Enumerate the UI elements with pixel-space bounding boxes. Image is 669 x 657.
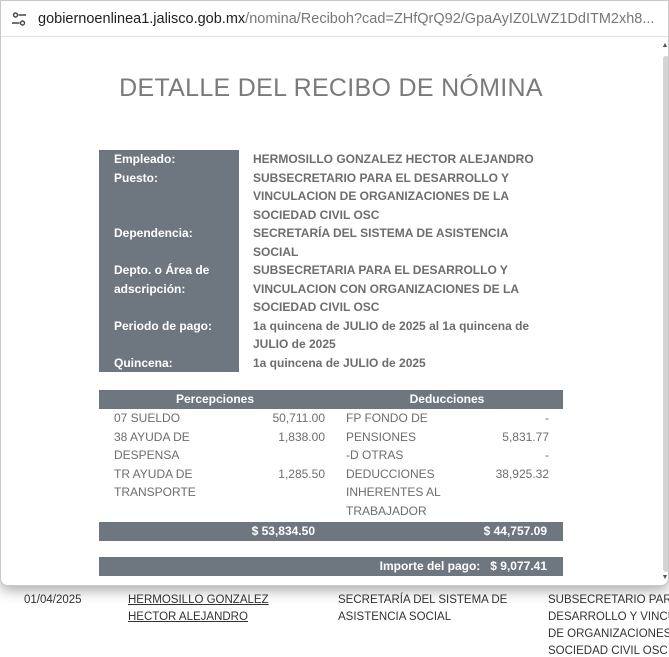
info-row-periodo: Periodo de pago: 1a quincena de JULIO de…	[99, 316, 563, 354]
info-label: Periodo de pago:	[99, 316, 239, 354]
list-item: 38 AYUDA DE DESPENSA 1,838.00	[99, 428, 331, 465]
total-percepciones: $ 53,834.50	[251, 524, 315, 538]
receipt-popup-window: gobiernoenlinea1.jalisco.gob.mx/nomina/R…	[0, 0, 669, 586]
info-row-empleado: Empleado: HERMOSILLO GONZALEZ HECTOR ALE…	[99, 150, 563, 169]
info-row-quincena: Quincena: 1a quincena de JULIO de 2025	[99, 353, 563, 372]
background-table-row: 01/04/2025 HERMOSILLO GONZALEZ HECTOR AL…	[0, 586, 669, 657]
info-row-depto: Depto. o Área de adscripción: SUBSECRETA…	[99, 261, 563, 317]
deducciones-list: FP FONDO DE PENSIONES - 5,831.77 -D OTRAS…	[331, 409, 563, 520]
list-item: -D OTRAS DEDUCCIONES INHERENTES AL TRABA…	[331, 446, 563, 520]
amount: - 38,925.32	[461, 446, 549, 520]
scroll-down-arrow-icon[interactable]: ▼	[661, 574, 668, 582]
pd-header: Percepciones Deducciones	[99, 390, 563, 409]
pd-body: 07 SUELDO 50,711.00 38 AYUDA DE DESPENSA…	[99, 409, 563, 520]
importe-value: $ 9,077.41	[490, 559, 547, 573]
info-value: SUBSECRETARIO PARA EL DESARROLLO Y VINCU…	[253, 170, 509, 222]
list-item: 07 SUELDO 50,711.00	[99, 409, 331, 428]
url-path: /nomina/Reciboh?cad=ZHfQrQ92/GpaAyIZ0LWZ…	[245, 10, 655, 27]
row-puesto: SUBSECRETARIO PARA DESARROLLO Y VINCU DE O…	[548, 594, 669, 657]
info-value: HERMOSILLO GONZALEZ HECTOR ALEJANDRO	[253, 152, 534, 166]
info-label: Quincena:	[99, 353, 239, 372]
row-dependencia: SECRETARÍA DEL SISTEMA DE ASISTENCIA SOC…	[338, 594, 508, 623]
info-label: Empleado:	[99, 150, 239, 169]
scroll-up-arrow-icon[interactable]: ▲	[661, 42, 668, 50]
row-employee-link[interactable]: HERMOSILLO GONZALEZ HECTOR ALEJANDRO	[128, 592, 288, 626]
row-date: 01/04/2025	[24, 594, 82, 606]
info-label: Puesto:	[99, 168, 239, 224]
total-deducciones: $ 44,757.09	[483, 524, 547, 538]
page-title: DETALLE DEL RECIBO DE NÓMINA	[119, 74, 543, 102]
amount: - 5,831.77	[461, 409, 549, 446]
list-item: TR AYUDA DE TRANSPORTE 1,285.50	[99, 465, 331, 502]
info-row-dependencia: Dependencia: SECRETARÍA DEL SISTEMA DE A…	[99, 224, 563, 261]
percepciones-deducciones-table: Percepciones Deducciones 07 SUELDO 50,71…	[99, 390, 563, 541]
amount-dash: -	[545, 411, 549, 425]
url-host: gobiernoenlinea1.jalisco.gob.mx	[38, 10, 246, 27]
employee-info-table: Empleado: HERMOSILLO GONZALEZ HECTOR ALE…	[99, 150, 563, 372]
amount: 1,285.50	[278, 466, 325, 481]
concept: FP FONDO DE PENSIONES	[346, 411, 428, 444]
concept: TR AYUDA DE TRANSPORTE	[114, 466, 196, 500]
pd-totals: $ 53,834.50 $ 44,757.09	[99, 522, 563, 541]
deducciones-header: Deducciones	[409, 392, 485, 406]
concept: 38 AYUDA DE DESPENSA	[114, 429, 190, 463]
url-text[interactable]: gobiernoenlinea1.jalisco.gob.mx/nomina/R…	[38, 11, 658, 27]
scroll-thumb[interactable]	[663, 56, 668, 572]
list-item: FP FONDO DE PENSIONES - 5,831.77	[331, 409, 563, 446]
info-value: SUBSECRETARIA PARA EL DESARROLLO Y VINCU…	[253, 263, 519, 314]
importe-del-pago: Importe del pago: $ 9,077.41	[99, 557, 563, 576]
info-label: Depto. o Área de adscripción:	[99, 261, 239, 317]
amount-value: 5,831.77	[502, 429, 549, 444]
info-label: Dependencia:	[99, 224, 239, 261]
percepciones-header: Percepciones	[175, 392, 255, 406]
tune-icon[interactable]	[10, 10, 28, 28]
concept: -D OTRAS DEDUCCIONES INHERENTES AL TRABA…	[346, 448, 441, 518]
importe-label: Importe del pago:	[379, 559, 481, 573]
scrollbar[interactable]: ▲ ▼	[661, 42, 668, 582]
amount: 50,711.00	[272, 411, 326, 425]
percepciones-list: 07 SUELDO 50,711.00 38 AYUDA DE DESPENSA…	[99, 409, 331, 520]
receipt-content: DETALLE DEL RECIBO DE NÓMINA Empleado: H…	[1, 38, 668, 585]
amount: 1,838.00	[278, 429, 325, 444]
amount-value: 38,925.32	[495, 466, 549, 481]
info-row-puesto: Puesto: SUBSECRETARIO PARA EL DESARROLLO…	[99, 168, 563, 224]
address-bar[interactable]: gobiernoenlinea1.jalisco.gob.mx/nomina/R…	[1, 1, 668, 37]
info-value: 1a quincena de JULIO de 2025 al 1a quinc…	[253, 318, 530, 352]
info-value: SECRETARÍA DEL SISTEMA DE ASISTENCIA SOC…	[253, 226, 509, 259]
info-value: 1a quincena de JULIO de 2025	[253, 355, 426, 370]
amount-dash: -	[545, 448, 549, 462]
concept: 07 SUELDO	[114, 411, 181, 425]
